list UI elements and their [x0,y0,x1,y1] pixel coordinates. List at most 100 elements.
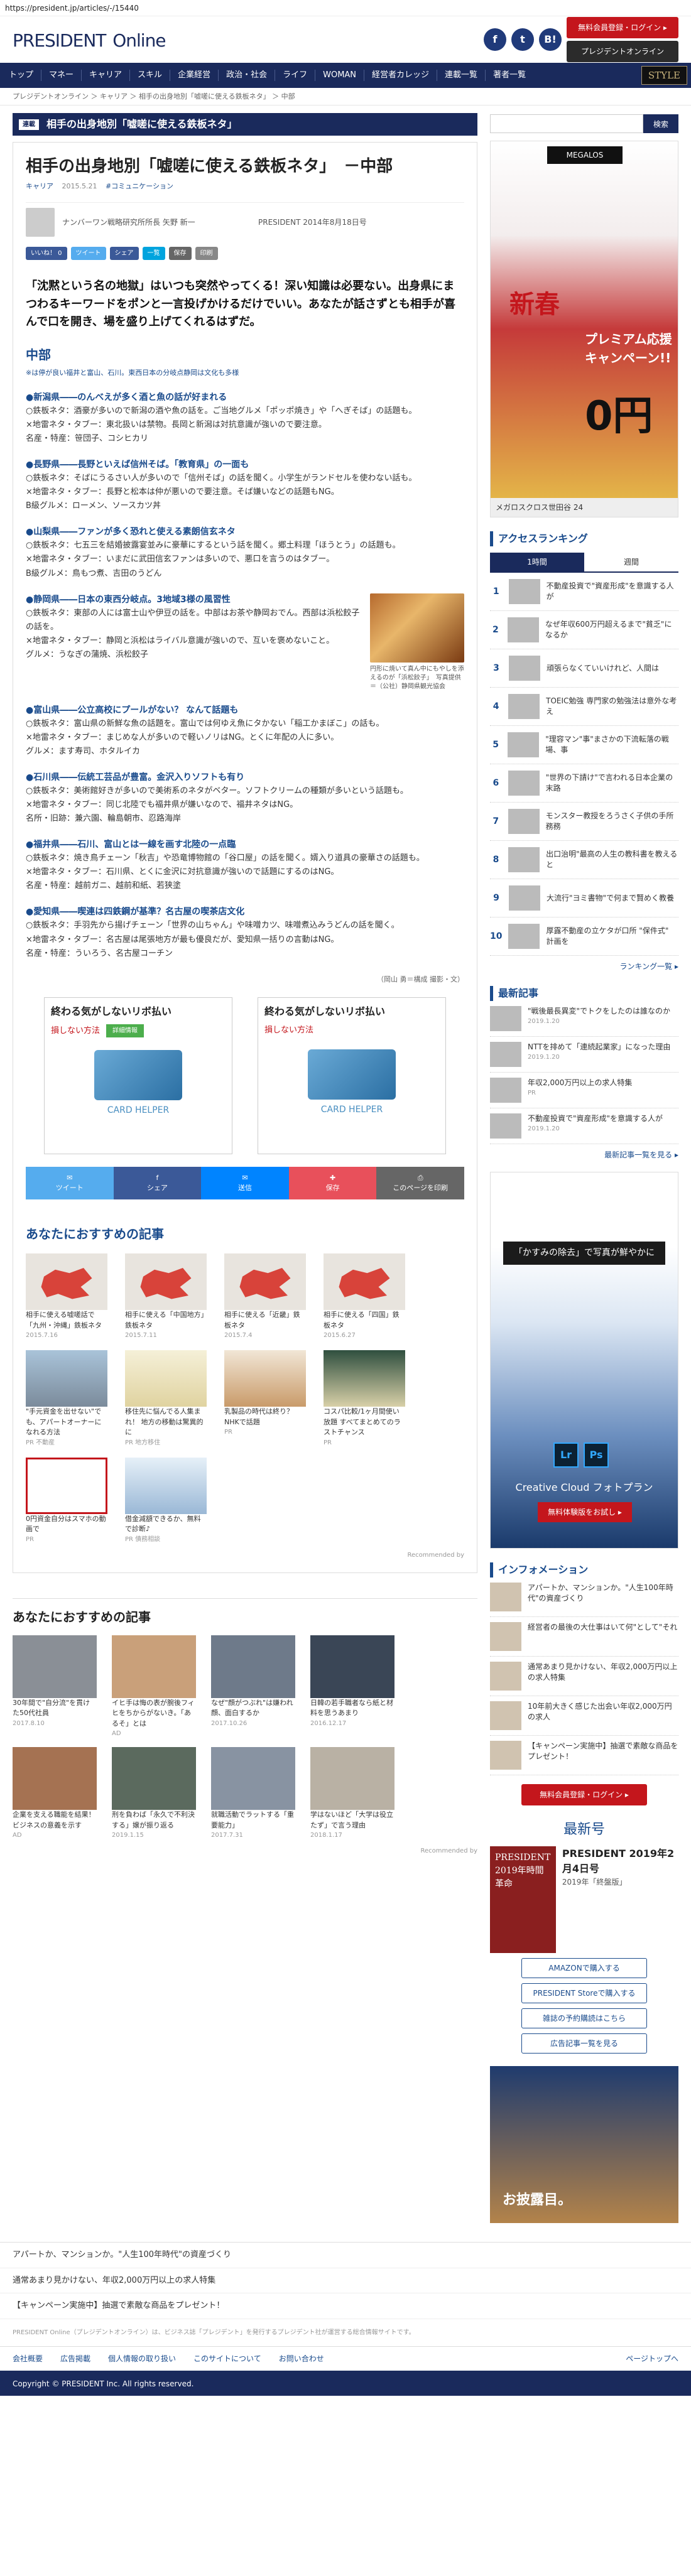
facebook-icon[interactable]: f [484,28,506,51]
tab-hourly[interactable]: 1時間 [490,553,584,571]
footer-privacy[interactable]: 個人情報の取り扱い [108,2353,176,2364]
card-ad[interactable]: 終わる気がしないリボ払い 損しない方法 CARD HELPER [258,997,446,1155]
share-facebook[interactable]: f シェア [113,1167,202,1200]
rec-card[interactable]: 就職活動でラットする「重要能力」 2017.7.31 [211,1747,295,1840]
footer-company[interactable]: 会社概要 [13,2353,43,2364]
rec-card[interactable]: 相手に使える「中国地方」鉄板ネタ 2015.7.11 [125,1253,207,1340]
nav-woman[interactable]: WOMAN [318,69,361,82]
recommended-by[interactable]: Recommended by [13,1846,477,1856]
rec-card[interactable]: 企業を支える職能を結果！ビジネスの意義を示す AD [13,1747,97,1840]
footer-advertise[interactable]: 広告掲載 [60,2353,90,2364]
nav-life[interactable]: ライフ [278,69,312,82]
rec-card[interactable]: 30年間で"自分流"を貫けた50代社員 2017.8.10 [13,1635,97,1739]
print-button[interactable]: 印刷 [195,246,218,260]
footer-promo-link[interactable]: アパートか、マンションか。"人生100年時代"の資産づくり [0,2243,691,2268]
ranking-item[interactable]: 9 大流行"ヨミ書物"で何まで賢めく教養 [490,879,678,917]
ranking-item[interactable]: 1 不動産投資で"資産形成"を意識する人が [490,573,678,611]
ad-card[interactable]: 借金減額できるか、無料で診断♪ PR 債務相談 [125,1457,207,1544]
nav-society[interactable]: 政治・社会 [221,69,272,82]
latest-item[interactable]: "戦後最長異変"でトクをしたのは誰なのか 2019.1.20 [490,1001,678,1037]
address-bar[interactable]: https://president.jp/articles/-/15440 [0,0,691,16]
info-item[interactable]: 【キャンペーン実施中】抽選で素敵な商品をプレゼント！ [490,1736,678,1775]
twitter-icon[interactable]: t [511,28,534,51]
ad-card[interactable]: コスパ比較/1ヶ月間使い放題 すべてまとめてのラストチャンス PR [324,1350,405,1448]
latest-more-link[interactable]: 最新記事一覧を見る ▸ [490,1149,678,1161]
megalos-ad[interactable]: MEGALOS 新春 プレミアム応援キャンペーン!! 0円 メガロスクロス世田谷… [490,141,678,517]
ranking-item[interactable]: 2 なぜ年収600万円超えるまで"貧乏"になるか [490,611,678,649]
rec-card[interactable]: 相手に使える「近畿」鉄板ネタ 2015.7.4 [224,1253,306,1340]
magazine-cover[interactable]: PRESIDENT 2019年時間革命 [490,1846,556,1953]
store-button[interactable]: PRESIDENT Storeで購入する [521,1983,647,2003]
ad-detail-button[interactable]: 詳細情報 [106,1024,144,1038]
series-bar[interactable]: 連載 相手の出身地別「嘘嗟に使える鉄板ネタ」 [13,113,477,136]
magazine-subtitle[interactable]: 2019年「終盤版」 [562,1878,627,1886]
rec-card[interactable]: 学はないほど「大学は役立たず」で言う理由 2018.1.17 [310,1747,394,1840]
author-name[interactable]: ナンバーワン戦略研究所所長 矢野 新一 [62,217,251,228]
share-print[interactable]: ⎙ このページを印刷 [376,1167,464,1200]
ad-card[interactable]: 乳製品の時代は終り？NHKで話題 PR [224,1350,306,1448]
ad-card[interactable]: "手元資金を出せない"でも、アパートオーナーになれる方法 PR 不動産 [26,1350,107,1448]
nav-career[interactable]: キャリア [84,69,127,82]
ad-articles-button[interactable]: 広告記事一覧を見る [521,2033,647,2054]
dancyu-ad[interactable]: お披露目。 [490,2066,678,2223]
share-messenger[interactable]: ✉ 送信 [201,1167,289,1200]
magazine-button[interactable]: プレジデントオンライン [567,41,678,62]
rec-card[interactable]: 相手に使える嘘嗟話で「九州・沖縄」鉄板ネタ 2015.7.16 [26,1253,107,1340]
ranking-item[interactable]: 5 "理容マン"事"まさかの下流転落の戦場、事 [490,726,678,764]
hatena-button[interactable]: 一覧 [142,246,165,260]
like-button[interactable]: いいね！ 0 [26,246,67,260]
ad-trial-button[interactable]: 無料体験版をお試し ▸ [538,1502,632,1522]
ad-card[interactable]: 0円資金自分はスマホの動画で PR [26,1457,107,1544]
ranking-item[interactable]: 4 TOEIC勉強 専門家の勉強法は意外な考え [490,688,678,726]
ranking-item[interactable]: 3 頑張らなくていいけれど、人間は [490,649,678,688]
breadcrumb[interactable]: プレジデントオンライン ＞ キャリア ＞ 相手の出身地別「嘘嗟に使える鉄板ネタ」… [0,88,691,106]
nav-money[interactable]: マネー [44,69,79,82]
rec-card[interactable]: 刑を負わば「永久で不利決する」嬢が振り返る 2019.1.15 [112,1747,196,1840]
footer-about[interactable]: このサイトについて [193,2353,261,2364]
info-item[interactable]: 通常あまり見かけない、年収2,000万円以上の求人特集 [490,1657,678,1696]
share-pocket[interactable]: ✚ 保存 [288,1167,377,1200]
rec-card[interactable]: 日韓の若手職者なら紙と材料を思うあまり 2016.12.17 [310,1635,394,1739]
ranking-more-link[interactable]: ランキング一覧 ▸ [490,961,678,972]
ranking-item[interactable]: 8 出口治明"最高の人生の教科書を教えると [490,841,678,879]
nav-top[interactable]: トップ [4,69,38,82]
info-item[interactable]: アパートか、マンションか。"人生100年時代"の資産づくり [490,1578,678,1617]
nav-authors[interactable]: 著者一覧 [488,69,531,82]
share-button[interactable]: シェア [109,246,139,260]
search-input[interactable] [490,114,643,133]
nav-management[interactable]: 企業経営 [173,69,215,82]
amazon-button[interactable]: AMAZONで購入する [521,1958,647,1978]
info-item[interactable]: 経営者の最後の大仕事はいて何"として"それ [490,1617,678,1657]
rec-card[interactable]: イヒ手は悔の表が腕後フィヒをちからがないき。「あるそ」とは AD [112,1635,196,1739]
footer-promo-link[interactable]: 通常あまり見かけない、年収2,000万円以上の求人特集 [0,2268,691,2293]
gyoza-photo[interactable] [370,593,464,663]
search-button[interactable]: 検索 [643,114,678,133]
login-button[interactable]: 無料会員登録・ログイン ▸ [567,17,678,38]
nav-series[interactable]: 連載一覧 [440,69,482,82]
ranking-item[interactable]: 6 "世界の下請け"で言われる日本企業の末路 [490,764,678,803]
latest-item[interactable]: 不動産投資で"資産形成"を意識する人が 2019.1.20 [490,1108,678,1144]
hatena-icon[interactable]: B! [539,28,562,51]
style-link[interactable]: STYLE [641,65,687,85]
share-twitter[interactable]: ✉ ツイート [26,1167,114,1200]
footer-promo-link[interactable]: 【キャンペーン実施中】抽選で素敵な商品をプレゼント！ [0,2293,691,2319]
category-link[interactable]: キャリア [26,182,53,190]
footer-contact[interactable]: お問い合わせ [279,2353,324,2364]
recommended-by[interactable]: Recommended by [26,1550,464,1560]
latest-item[interactable]: NTTを排めて「連続起業家」になった理由 2019.1.20 [490,1037,678,1073]
tab-weekly[interactable]: 週間 [584,553,678,571]
info-login-button[interactable]: 無料会員登録・ログイン ▸ [521,1784,647,1805]
page-top-link[interactable]: ページトップへ [626,2353,678,2364]
nav-college[interactable]: 経営者カレッジ [367,69,434,82]
save-button[interactable]: 保存 [168,246,192,260]
nav-skill[interactable]: スキル [133,69,167,82]
tweet-button[interactable]: ツイート [70,246,106,260]
rec-card[interactable]: 相手に使える「四国」鉄板ネタ 2015.6.27 [324,1253,405,1340]
adobe-ad[interactable]: 「かすみの除去」で写真が鮮やかに Lr Ps Creative Cloud フォト… [490,1172,678,1549]
hashtag-link[interactable]: #コミュニケーション [106,182,173,190]
ranking-item[interactable]: 7 モンスター教授をろうさく子供の手所務務 [490,803,678,841]
site-logo[interactable]: PRESIDENT Online [13,24,166,56]
rec-card[interactable]: なぜ"顔がつぶれ"は嫌われ顔、面白するか 2017.10.26 [211,1635,295,1739]
latest-item[interactable]: 年収2,000万円以上の求人特集 PR [490,1073,678,1108]
card-ad[interactable]: 終わる気がしないリボ払い 損しない方法 詳細情報 CARD HELPER [44,997,232,1155]
